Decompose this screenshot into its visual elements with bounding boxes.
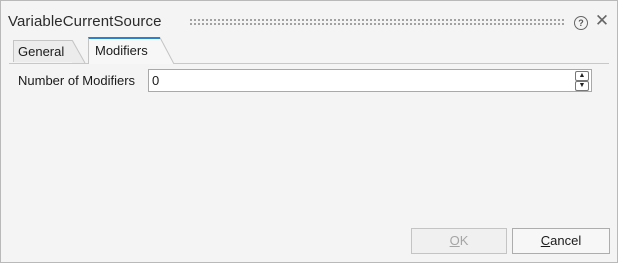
number-of-modifiers-label: Number of Modifiers [18, 73, 136, 88]
tab-general-edge [72, 40, 86, 63]
dialog-title: VariableCurrentSource [8, 13, 162, 30]
dialog-window: VariableCurrentSource ? ✕ General Modifi… [0, 0, 618, 263]
tab-modifiers-edge [160, 37, 175, 64]
ok-label-rest: K [459, 233, 469, 248]
spin-down-icon[interactable]: ▼ [575, 81, 589, 91]
tab-general[interactable]: General [13, 40, 73, 62]
number-of-modifiers-input[interactable]: 0 ▲ ▼ [148, 69, 592, 92]
tab-strip: General Modifiers [9, 37, 609, 64]
tab-modifiers[interactable]: Modifiers [88, 37, 161, 64]
ok-button[interactable]: OK [411, 228, 507, 254]
tab-modifiers-label: Modifiers [95, 43, 148, 58]
close-icon[interactable]: ✕ [594, 12, 610, 30]
ok-mnemonic: O [449, 233, 460, 248]
tab-general-label: General [18, 44, 65, 59]
number-of-modifiers-value[interactable]: 0 [152, 73, 159, 88]
cancel-label-rest: ancel [550, 233, 582, 248]
cancel-button[interactable]: Cancel [512, 228, 610, 254]
help-circle-icon[interactable]: ? [574, 16, 588, 30]
drag-handle[interactable] [189, 18, 565, 27]
spin-up-icon[interactable]: ▲ [575, 71, 589, 81]
cancel-mnemonic: C [540, 233, 551, 248]
